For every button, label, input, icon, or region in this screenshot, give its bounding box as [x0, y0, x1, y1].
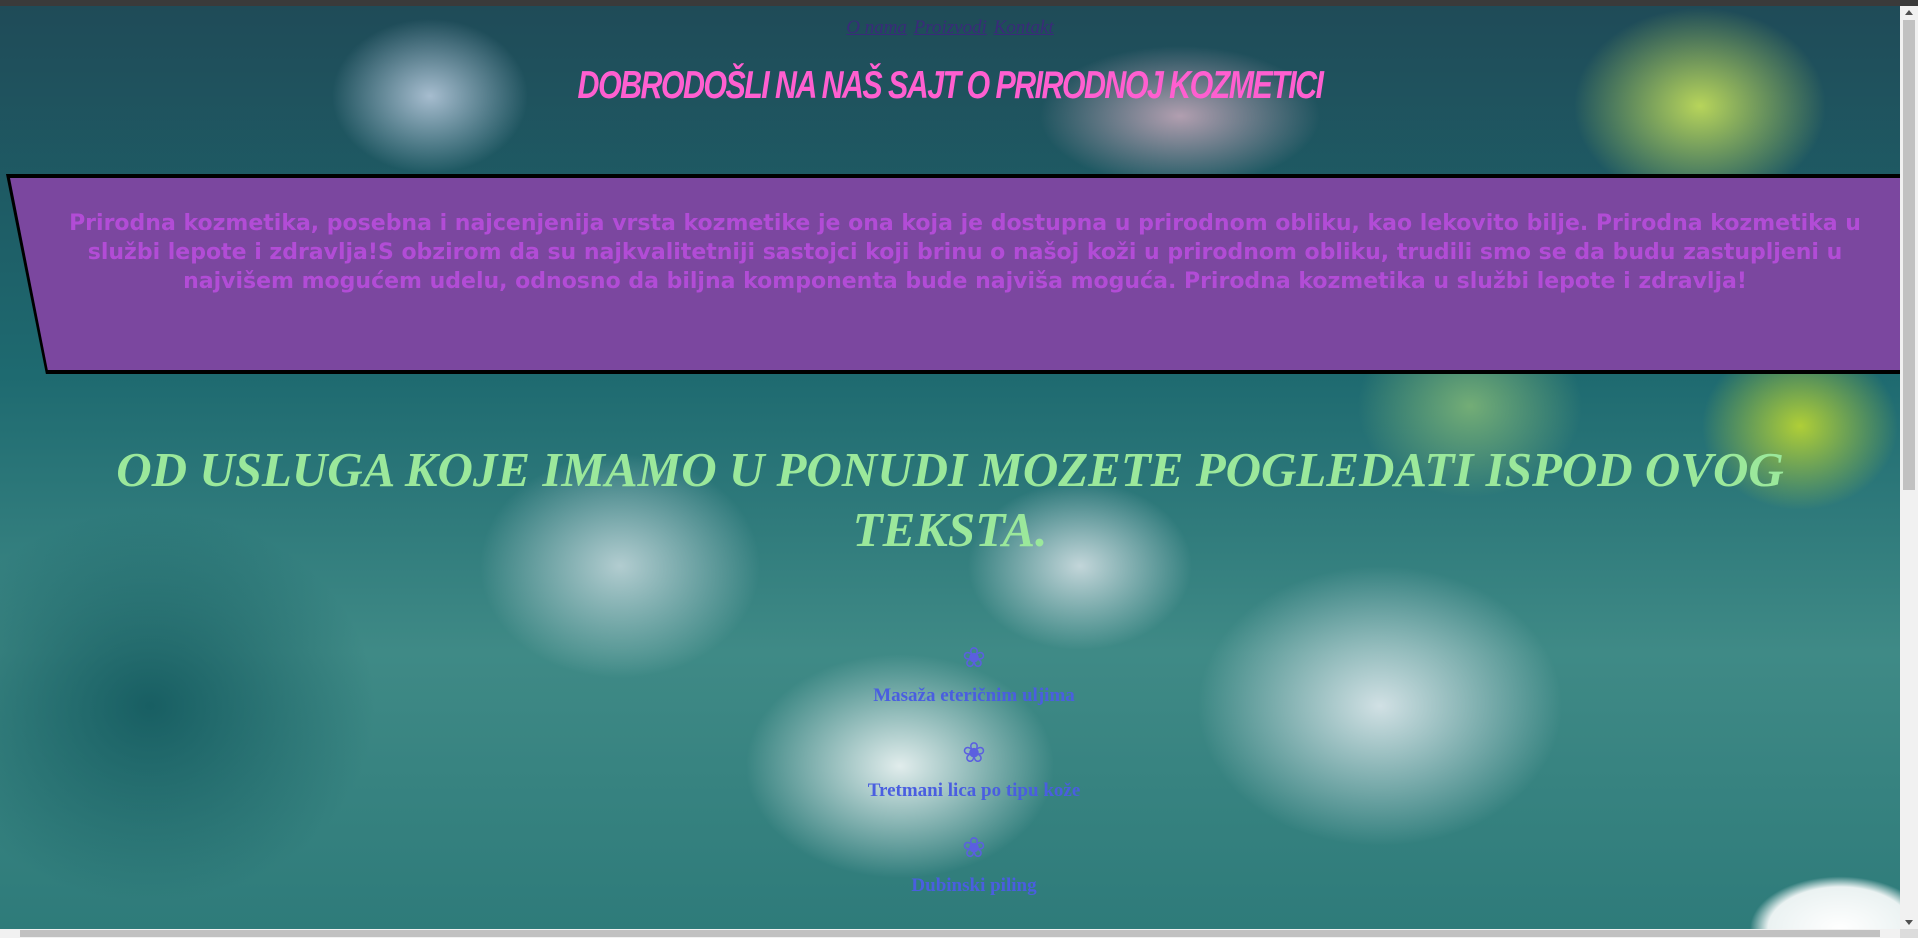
nav-link-about[interactable]: O nama	[846, 17, 907, 38]
scrollbar-corner	[1900, 929, 1918, 938]
service-label: Dubinski piling	[911, 875, 1037, 896]
services-list: ❀ Masaža eteričnim uljima ❀ Tretmani lic…	[0, 643, 1918, 928]
flower-icon: ❀	[962, 833, 986, 864]
scroll-up-icon[interactable]	[1905, 10, 1913, 15]
service-item-facial: ❀ Tretmani lica po tipu kože	[0, 738, 1918, 833]
service-label: Tretmani lica po tipu kože	[867, 780, 1081, 801]
services-heading: OD USLUGA KOJE IMAMO U PONUDI MOZETE POG…	[116, 442, 1784, 557]
service-label: Masaža eteričnim uljima	[873, 685, 1075, 706]
page-title: DOBRODOŠLI NA NAŠ SAJT O PRIRODNOJ KOZME…	[577, 64, 1324, 107]
scroll-down-icon[interactable]	[1905, 920, 1913, 925]
service-item-peeling: ❀ Dubinski piling	[0, 833, 1918, 928]
nav-link-products[interactable]: Proizvodi	[914, 17, 987, 38]
intro-text: Prirodna kozmetika, posebna i najcenjeni…	[69, 211, 1861, 294]
horizontal-scrollbar[interactable]	[0, 929, 1900, 938]
nav-link-contact[interactable]: Kontakt	[994, 17, 1054, 38]
vertical-scroll-thumb[interactable]	[1903, 20, 1915, 490]
vertical-scrollbar[interactable]	[1900, 6, 1918, 929]
flower-icon: ❀	[962, 738, 986, 769]
main-nav: O nama Proizvodi Kontakt	[0, 17, 1900, 39]
service-item-massage: ❀ Masaža eteričnim uljima	[0, 643, 1918, 738]
horizontal-scroll-thumb[interactable]	[20, 930, 1880, 937]
flower-icon: ❀	[962, 643, 986, 674]
